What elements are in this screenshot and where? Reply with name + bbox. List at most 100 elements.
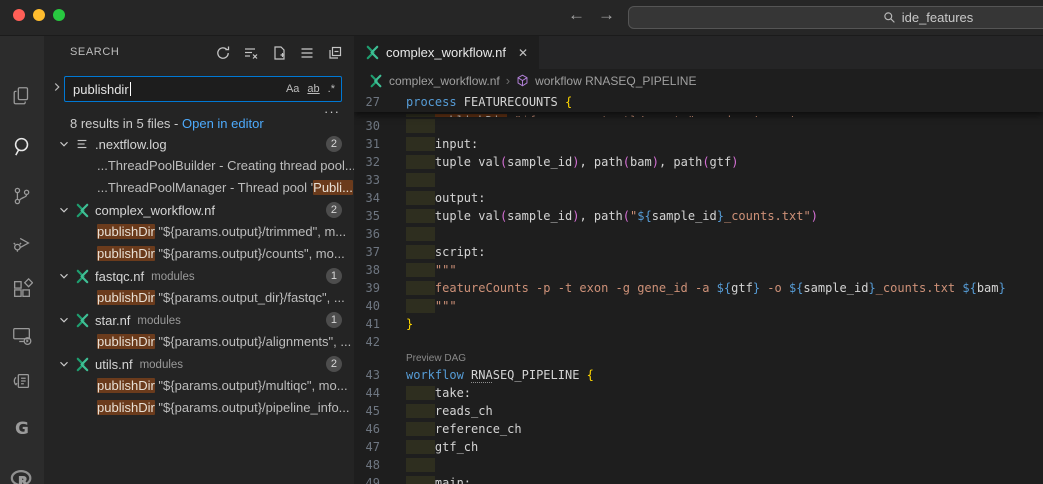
chevron-down-icon[interactable] xyxy=(56,202,72,218)
partially-scrolled-line: publishDir "${params.output}/counts", mo… xyxy=(354,112,1043,117)
code-line[interactable]: 33 xyxy=(354,171,1043,189)
search-result-file[interactable]: fastqc.nfmodules1 xyxy=(44,265,354,287)
code-line[interactable]: 41} xyxy=(354,315,1043,333)
code-text: reference_ch xyxy=(406,420,522,438)
code-text: featureCounts -p -t exon -g gene_id -a $… xyxy=(406,279,1006,297)
collapse-all-icon[interactable] xyxy=(326,44,344,62)
command-center-search[interactable]: ide_features xyxy=(628,6,1043,29)
code-line[interactable]: 27process FEATURECOUNTS { xyxy=(354,92,1043,112)
maximize-window-button[interactable] xyxy=(53,9,65,21)
code-line[interactable]: 35 tuple val(sample_id), path("${sample_… xyxy=(354,207,1043,225)
chevron-down-icon[interactable] xyxy=(56,136,72,152)
search-result-file[interactable]: utils.nfmodules2 xyxy=(44,353,354,375)
chevron-down-icon[interactable] xyxy=(56,312,72,328)
code-line[interactable]: 36 xyxy=(354,225,1043,243)
line-number: 36 xyxy=(354,225,394,243)
code-line[interactable]: 37 script: xyxy=(354,243,1043,261)
code-line[interactable]: 45 reads_ch xyxy=(354,402,1043,420)
whole-word-toggle[interactable]: ab xyxy=(307,83,319,95)
code-line[interactable]: publishDir "${params.output}/counts", mo… xyxy=(354,112,1043,117)
code-line[interactable]: 32 tuple val(sample_id), path(bam), path… xyxy=(354,153,1043,171)
run-and-debug-icon[interactable] xyxy=(10,231,34,255)
code-token xyxy=(406,404,435,418)
code-token: sample_id xyxy=(507,209,572,223)
code-line[interactable]: 44 take: xyxy=(354,384,1043,402)
search-result-match[interactable]: ...ThreadPoolBuilder - Creating thread p… xyxy=(44,155,354,177)
match-highlight: publishDir xyxy=(97,224,155,239)
code-token: { xyxy=(587,368,594,382)
search-input-value: publishdir xyxy=(73,82,129,97)
toggle-search-details-icon[interactable]: ··· xyxy=(324,104,340,119)
code-line[interactable]: 42 xyxy=(354,333,1043,351)
search-result-match[interactable]: publishDir "${params.output}/multiqc", m… xyxy=(44,375,354,397)
code-line[interactable]: 49 main: xyxy=(354,474,1043,484)
code-line[interactable]: 38 """ xyxy=(354,261,1043,279)
view-as-list-icon[interactable] xyxy=(298,44,316,62)
code-token: SEQ_PIPELINE xyxy=(493,368,587,382)
search-icon[interactable] xyxy=(10,134,34,158)
document-sync-icon[interactable] xyxy=(10,369,34,393)
chevron-down-icon[interactable] xyxy=(56,268,72,284)
nextflow-file-icon xyxy=(74,356,90,372)
match-text: "${params.output}/trimmed", m... xyxy=(155,224,346,239)
navigate-back-button[interactable]: ← xyxy=(568,5,585,25)
search-result-match[interactable]: ...ThreadPoolManager - Thread pool 'Publ… xyxy=(44,177,354,199)
code-line[interactable]: 46 reference_ch xyxy=(354,420,1043,438)
code-line[interactable]: 48 xyxy=(354,456,1043,474)
match-highlight: publishDir xyxy=(97,378,155,393)
code-token xyxy=(464,368,471,382)
search-result-file[interactable]: .nextflow.log2 xyxy=(44,133,354,155)
search-result-match[interactable]: publishDir "${params.output}/alignments"… xyxy=(44,331,354,353)
nextflow-file-icon xyxy=(365,45,380,60)
code-line[interactable]: 39 featureCounts -p -t exon -g gene_id -… xyxy=(354,279,1043,297)
code-token: take: xyxy=(435,386,471,400)
match-highlight: publishDir xyxy=(97,400,155,415)
code-token: publishDir xyxy=(435,114,507,117)
code-line[interactable]: 40 """ xyxy=(354,297,1043,315)
regex-toggle[interactable]: .* xyxy=(328,83,335,95)
code-text: reads_ch xyxy=(406,402,493,420)
navigate-forward-button[interactable]: → xyxy=(598,5,615,25)
codelens[interactable]: Preview DAG xyxy=(354,351,1043,366)
refresh-icon[interactable] xyxy=(214,44,232,62)
sidebar-actions xyxy=(214,44,344,62)
search-input[interactable]: publishdir Aa ab .* xyxy=(64,76,342,102)
breadcrumb-symbol[interactable]: workflow RNASEQ_PIPELINE xyxy=(535,74,696,88)
toggle-replace-icon[interactable] xyxy=(50,80,64,98)
code-line[interactable]: 47 gtf_ch xyxy=(354,438,1043,456)
search-result-match[interactable]: publishDir "${params.output}/trimmed", m… xyxy=(44,221,354,243)
close-tab-icon[interactable]: ✕ xyxy=(518,46,528,60)
code-line[interactable]: 30 xyxy=(354,117,1043,135)
code-text xyxy=(406,456,435,474)
clear-search-results-icon[interactable] xyxy=(242,44,260,62)
tab-complex-workflow[interactable]: complex_workflow.nf ✕ xyxy=(354,36,539,69)
code-text: input: xyxy=(406,135,478,153)
code-text: gtf_ch xyxy=(406,438,478,456)
line-number: 39 xyxy=(354,279,394,297)
explorer-icon[interactable] xyxy=(10,84,34,108)
code-line[interactable]: 43workflow RNASEQ_PIPELINE { xyxy=(354,366,1043,384)
code-token: ${ xyxy=(962,281,976,295)
code-line[interactable]: 31 input: xyxy=(354,135,1043,153)
sticky-scroll-line[interactable]: 27process FEATURECOUNTS { xyxy=(354,92,1043,112)
open-in-editor-link[interactable]: Open in editor xyxy=(182,116,264,131)
code-line[interactable]: 34 output: xyxy=(354,189,1043,207)
search-result-match[interactable]: publishDir "${params.output}/counts", mo… xyxy=(44,243,354,265)
breadcrumb-file[interactable]: complex_workflow.nf xyxy=(389,74,500,88)
search-result-file[interactable]: complex_workflow.nf2 xyxy=(44,199,354,221)
remote-explorer-icon[interactable] xyxy=(10,324,34,348)
chevron-down-icon[interactable] xyxy=(56,356,72,372)
search-result-match[interactable]: publishDir "${params.output_dir}/fastqc"… xyxy=(44,287,354,309)
ide-window: ← → ide_features G R SEARCH xyxy=(0,0,1043,484)
search-result-file[interactable]: star.nfmodules1 xyxy=(44,309,354,331)
gitlens-icon[interactable]: G xyxy=(10,417,34,441)
extensions-icon[interactable] xyxy=(10,277,34,301)
search-result-match[interactable]: publishDir "${params.output}/pipeline_in… xyxy=(44,397,354,419)
match-case-toggle[interactable]: Aa xyxy=(286,83,299,95)
open-new-search-editor-icon[interactable] xyxy=(270,44,288,62)
source-control-icon[interactable] xyxy=(10,184,34,208)
r-language-icon[interactable]: R xyxy=(10,467,34,484)
close-window-button[interactable] xyxy=(13,9,25,21)
code-token xyxy=(406,263,435,277)
minimize-window-button[interactable] xyxy=(33,9,45,21)
